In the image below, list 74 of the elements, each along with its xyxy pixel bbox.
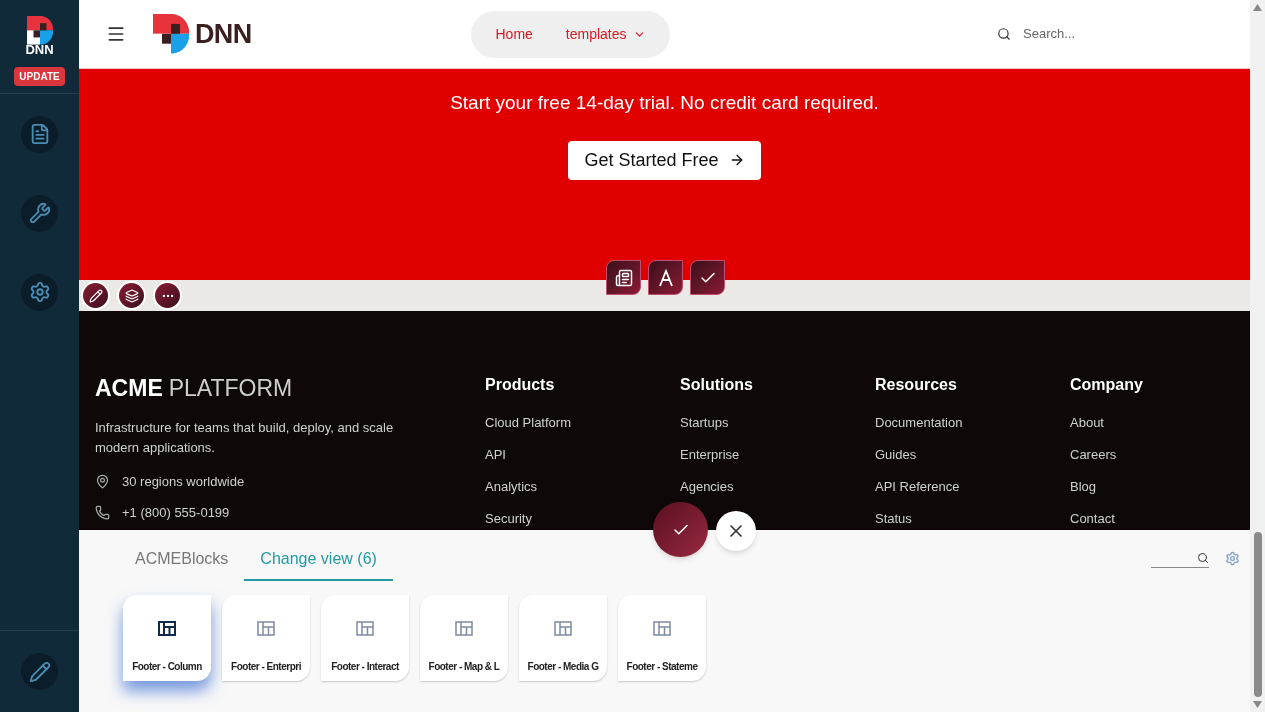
pencil-icon [88, 288, 103, 303]
content-menu-button[interactable] [21, 115, 58, 153]
phone-icon [95, 504, 110, 520]
search-field[interactable]: Search... [1023, 24, 1113, 44]
footer-link[interactable]: Status [875, 510, 912, 528]
settings-menu-button[interactable] [21, 273, 58, 311]
panel-tab[interactable]: ACMEBlocks [119, 538, 245, 581]
text-tool-button[interactable] [648, 260, 683, 295]
footer-link[interactable]: Agencies [680, 478, 734, 496]
view-card[interactable]: Footer - Enterpri [222, 595, 310, 681]
layout-icon [455, 621, 473, 636]
edit-action-button[interactable] [81, 281, 110, 310]
view-card[interactable]: Footer - Stateme [618, 595, 706, 681]
logo-icon [26, 16, 53, 45]
tools-menu-button[interactable] [21, 194, 58, 232]
check-tool-button[interactable] [690, 260, 725, 295]
nav-link[interactable]: Home [495, 23, 533, 45]
footer-link[interactable]: Blog [1070, 478, 1097, 496]
close-button[interactable] [716, 511, 756, 551]
footer-column-title: Resources [875, 377, 958, 393]
scrollbar-thumb[interactable] [1253, 532, 1262, 697]
sidebar-brand: DNN [25, 42, 54, 56]
layout-icon [257, 621, 275, 636]
layers-action-button[interactable] [117, 281, 146, 310]
newspaper-icon [614, 268, 633, 287]
cta-text: Start your free 14-day trial. No credit card required. [450, 91, 879, 115]
view-card[interactable]: Footer - Column [123, 595, 211, 681]
layout-icon [356, 621, 374, 636]
settings-icon [28, 281, 51, 304]
layout-icon [653, 621, 671, 636]
menu-icon[interactable] [106, 24, 126, 44]
settings-icon[interactable] [1225, 550, 1240, 566]
letter-icon [657, 268, 674, 287]
footer-link[interactable]: Careers [1070, 446, 1117, 464]
footer-link[interactable]: API Reference [875, 478, 960, 496]
nav-link[interactable]: templates [565, 23, 646, 45]
layout-icon [554, 621, 572, 636]
get-started-button[interactable]: Get Started Free [568, 140, 761, 180]
footer-link[interactable]: About [1070, 414, 1104, 432]
edit-menu-button[interactable] [21, 653, 58, 690]
scroll-down-icon[interactable] [1253, 701, 1262, 708]
footer-link[interactable]: API [485, 446, 506, 464]
header-brand: DNN [195, 20, 252, 48]
footer-brand: ACME [95, 377, 163, 400]
footer-link[interactable]: Documentation [875, 414, 963, 432]
location-pin-icon [95, 474, 110, 490]
footer-column-title: Solutions [680, 377, 754, 393]
logo-icon [153, 14, 189, 54]
tools-icon [28, 202, 51, 225]
footer-link[interactable]: Security [485, 510, 532, 528]
footer-brand-suffix: PLATFORM [168, 377, 293, 400]
footer-column-title: Products [485, 377, 556, 393]
view-card[interactable]: Footer - Media G [519, 595, 607, 681]
contact-text: +1 (800) 555-0199 [122, 503, 230, 522]
pencil-icon [28, 660, 51, 683]
layers-icon [124, 288, 139, 303]
footer-link[interactable]: Analytics [485, 478, 538, 496]
view-card[interactable]: Footer - Map & L [420, 595, 508, 681]
search-icon [1197, 551, 1209, 564]
layout-icon [158, 621, 176, 636]
footer-link[interactable]: Enterprise [680, 446, 740, 464]
content-tool-button[interactable] [606, 260, 641, 295]
footer-column-title: Company [1070, 377, 1144, 393]
footer-link[interactable]: Guides [875, 446, 917, 464]
search-icon [997, 27, 1011, 41]
update-badge[interactable]: UPDATE [14, 66, 65, 86]
scroll-up-icon[interactable] [1253, 4, 1262, 11]
footer-description: Infrastructure for teams that build, deploy, and scale modern applications. [95, 419, 395, 457]
footer-link[interactable]: Cloud Platform [485, 414, 571, 432]
footer-link[interactable]: Startups [680, 414, 729, 432]
contact-text: 30 regions worldwide [122, 473, 245, 491]
view-card[interactable]: Footer - Interact [321, 595, 409, 681]
more-action-button[interactable] [153, 281, 182, 310]
footer-link[interactable]: Contact [1070, 510, 1115, 528]
